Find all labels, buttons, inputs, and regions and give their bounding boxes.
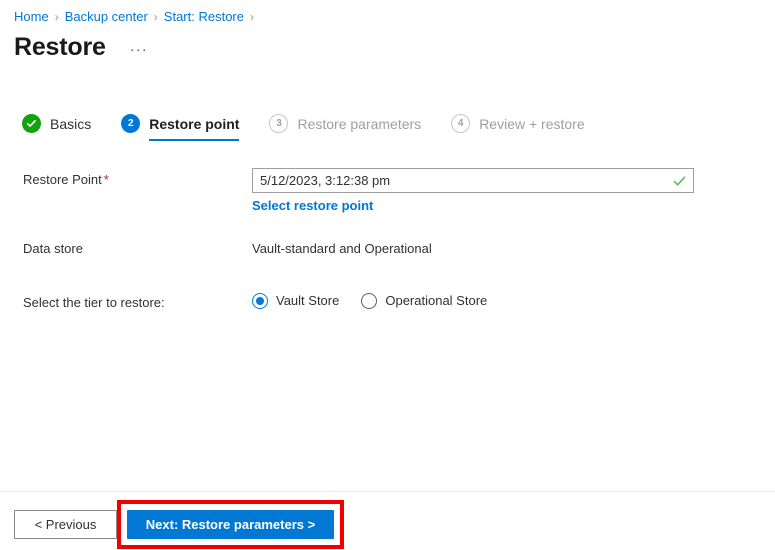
breadcrumb-chevron-icon: › [54,10,59,24]
restore-point-label-text: Restore Point [23,172,102,187]
field-control-data-store: Vault-standard and Operational [252,237,775,261]
breadcrumb-item-home[interactable]: Home [14,9,49,25]
field-tier: Select the tier to restore: Vault Store … [0,291,775,315]
wizard-step-label-restore-parameters: Restore parameters [297,115,422,132]
wizard-footer: < Previous Next: Restore parameters > [14,500,344,549]
footer-divider [0,491,775,492]
wizard-step-restore-point[interactable]: 2 Restore point [121,114,240,143]
wizard-step-label-restore-point: Restore point [149,115,240,132]
step-number-badge: 2 [121,114,141,133]
data-store-value: Vault-standard and Operational [252,241,432,256]
next-button-wrapper: Next: Restore parameters > [117,500,344,549]
radio-label-vault-store: Vault Store [276,293,340,308]
breadcrumb-item-backup-center[interactable]: Backup center [65,9,148,25]
radio-vault-store[interactable]: Vault Store [252,291,339,311]
wizard-step-restore-parameters[interactable]: 3 Restore parameters [269,114,421,143]
next-button[interactable]: Next: Restore parameters > [127,510,334,539]
page-header: Restore ··· [14,32,154,62]
field-label-data-store: Data store [23,241,83,256]
field-restore-point: Restore Point * 5/12/2023, 3:12:38 pm Sel… [0,168,775,214]
field-data-store: Data store Vault-standard and Operationa… [0,237,775,261]
radio-selected-icon [252,293,268,309]
restore-point-input[interactable]: 5/12/2023, 3:12:38 pm [252,168,694,193]
step-number-badge: 4 [451,114,471,133]
previous-button[interactable]: < Previous [14,510,117,539]
radio-operational-store[interactable]: Operational Store [361,291,487,311]
more-options-icon[interactable]: ··· [124,41,154,59]
restore-point-input-value: 5/12/2023, 3:12:38 pm [260,173,391,188]
radio-label-operational-store: Operational Store [385,293,488,308]
wizard-step-label-review-restore: Review + restore [479,115,585,132]
page-title: Restore [14,33,106,61]
restore-point-form: Restore Point * 5/12/2023, 3:12:38 pm Sel… [0,168,775,315]
breadcrumb-chevron-icon: › [153,10,158,24]
select-restore-point-link[interactable]: Select restore point [252,198,373,214]
breadcrumb-chevron-icon: › [250,10,254,24]
required-asterisk: * [103,172,109,187]
tier-radio-group: Vault Store Operational Store [252,291,717,311]
wizard-steps: Basics 2 Restore point 3 Restore paramet… [22,114,615,143]
step-number-badge: 3 [269,114,289,133]
field-label-restore-point: Restore Point * [0,168,252,192]
check-circle-icon [22,114,41,133]
checkmark-icon [673,174,686,187]
field-control-restore-point: 5/12/2023, 3:12:38 pm Select restore poi… [252,168,775,214]
field-label-tier: Select the tier to restore: [23,295,165,310]
breadcrumb: Home › Backup center › Start: Restore › [14,9,260,25]
breadcrumb-item-start-restore[interactable]: Start: Restore [164,9,244,25]
wizard-step-label-basics: Basics [50,115,92,132]
radio-unselected-icon [361,293,378,309]
field-control-tier: Vault Store Operational Store [252,291,775,311]
wizard-step-basics[interactable]: Basics [22,114,91,143]
wizard-step-review-restore[interactable]: 4 Review + restore [451,114,585,143]
